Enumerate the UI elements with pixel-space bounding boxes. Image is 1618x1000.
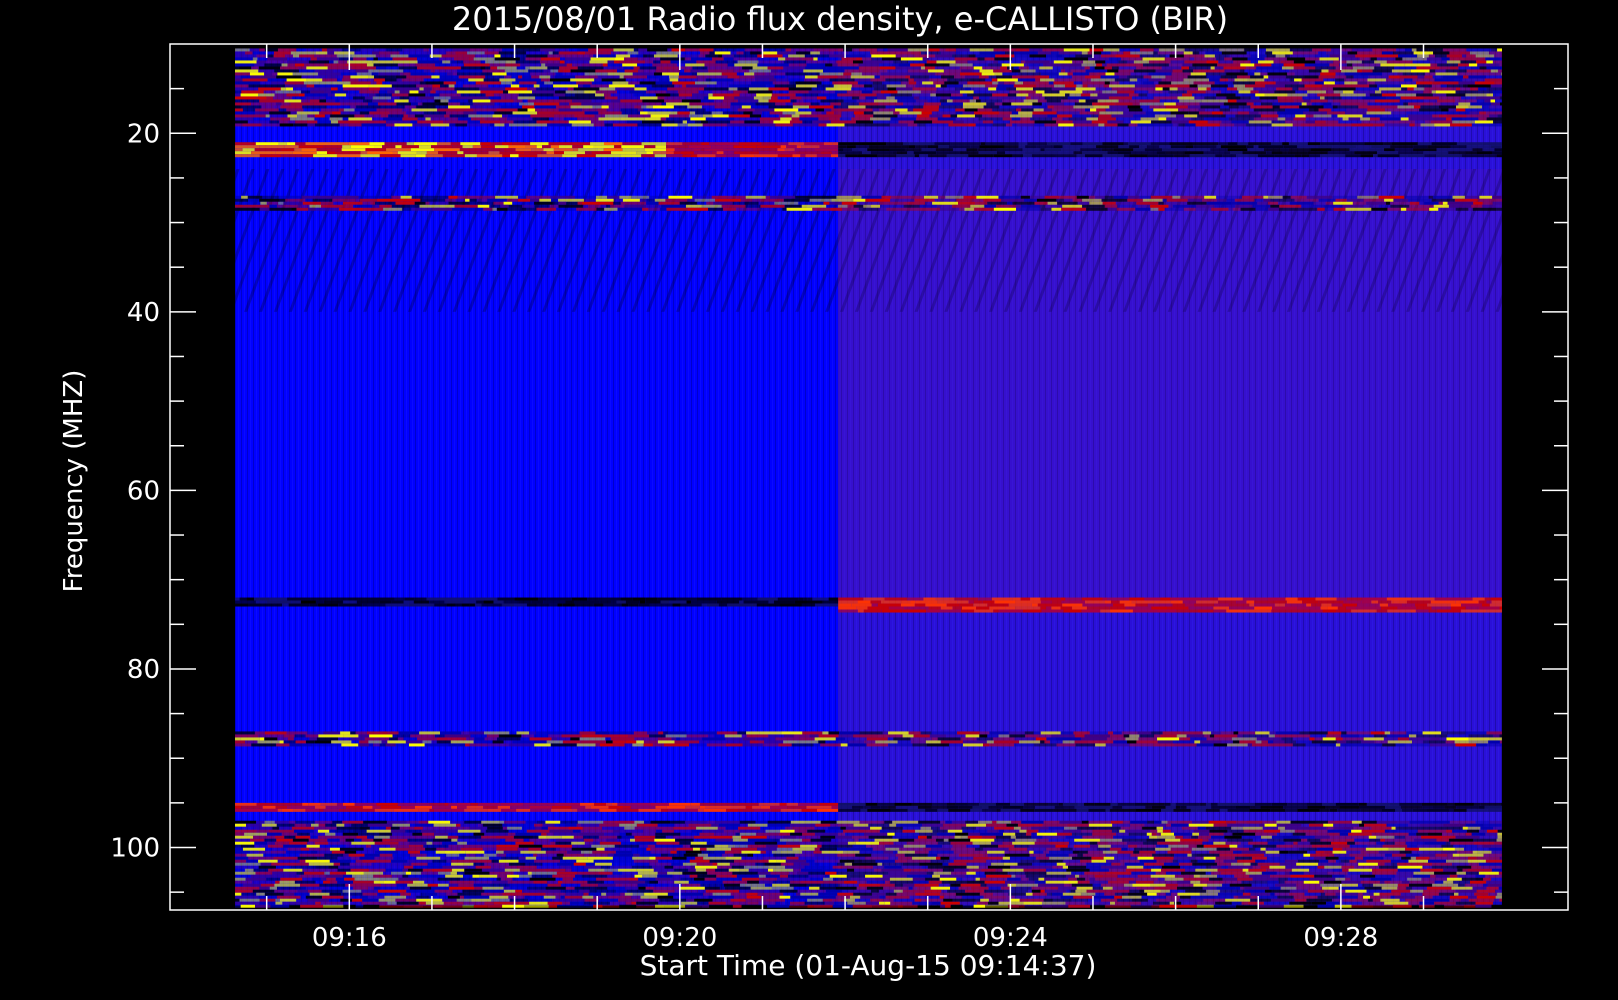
spectrogram-chart: 2015/08/01 Radio flux density, e-CALLIST… [59,0,1569,982]
heatmap-band [838,802,1502,812]
y-tick-label: 100 [110,834,160,864]
heatmap-band [235,142,667,158]
x-tick-label: 09:28 [1303,923,1378,953]
heatmap-band [838,597,1502,613]
y-tick-label: 40 [127,298,160,328]
heatmap-band [235,195,1502,211]
y-axis-label: Frequency (MHZ) [59,370,89,593]
heatmap-band [235,731,1502,747]
heatmap-band [666,142,839,158]
y-tick-label: 80 [127,655,160,685]
heatmap-band [235,48,1502,127]
x-tick-label: 09:16 [312,923,387,953]
heatmap-band [235,597,839,607]
chart-title: 2015/08/01 Radio flux density, e-CALLIST… [452,0,1228,38]
x-axis-label: Start Time (01-Aug-15 09:14:37) [640,949,1097,982]
y-tick-label: 20 [127,119,160,149]
heatmap-band [235,802,839,812]
heatmap-band [838,142,1502,158]
heatmap-late-tint [838,168,1502,598]
heatmap [235,48,1502,908]
heatmap-band [235,820,1502,908]
y-tick-label: 60 [127,476,160,506]
